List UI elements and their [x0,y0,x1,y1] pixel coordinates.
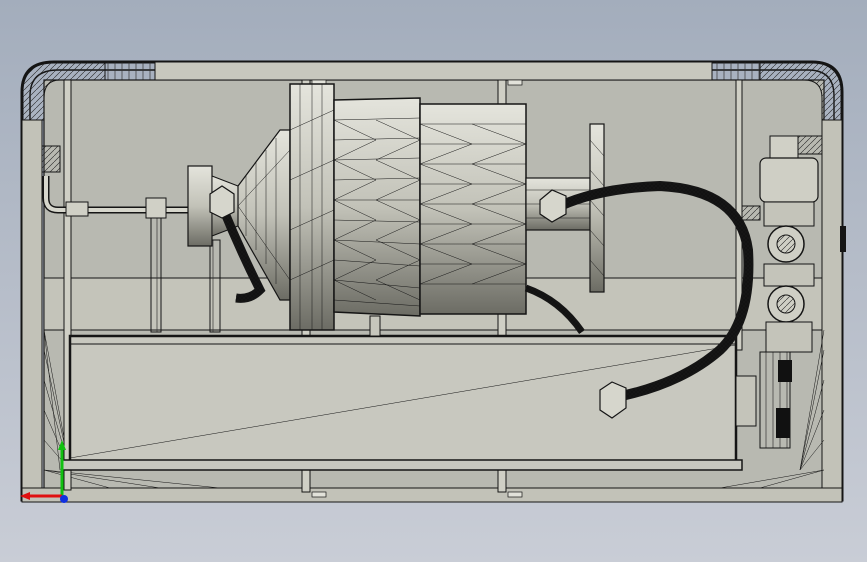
pump-bracket [741,205,761,221]
engine-turbine-housing [419,103,527,315]
clip [311,491,327,498]
frame-bottom-rail [21,487,843,503]
inlet-coupling [65,201,89,217]
fuel-tank-base [61,459,743,471]
frame-left-post [21,119,43,501]
pump-drain-fitting [776,408,790,438]
pump-top-valve [769,135,799,159]
inlet-fitting [41,145,61,173]
frame-side-latch [840,226,846,252]
cad-viewport[interactable] [0,0,867,562]
pump-neck [763,201,815,227]
pump-drain-valve [778,360,792,382]
frame-right-post [821,119,843,501]
pump-valve-upper-core [776,234,796,254]
engine-mount-leg [369,315,381,337]
engine-intake-ring [187,165,213,247]
triad-z-axis [60,495,68,503]
inlet-clamp [145,197,167,219]
pump-lower-block [765,321,813,353]
fuel-tank[interactable] [61,334,743,471]
pump-valve-lower-core [776,294,796,314]
engine-compressor-housing [333,97,421,317]
clip [507,79,523,86]
inlet-support-post [150,217,162,333]
pump-mid-block [763,263,815,287]
frame-top-brace-right [711,61,761,81]
engine-support-post [209,239,221,333]
frame-top-brace-left [104,61,156,81]
cad-model-drawing[interactable] [0,0,867,562]
fuel-tank-body [68,334,738,468]
pump-top-connector [797,135,823,155]
pump-body-upper [759,157,819,203]
pump-filter [735,375,757,427]
frame-top-rail [154,61,713,81]
clip [507,491,523,498]
